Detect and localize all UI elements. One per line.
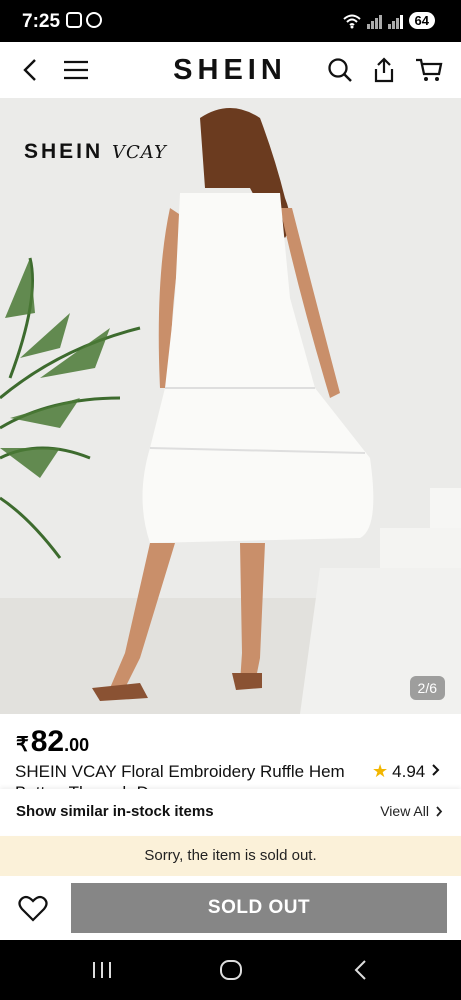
status-time: 7:25 <box>22 11 61 32</box>
screenshot-icon <box>66 12 82 28</box>
heart-icon[interactable] <box>14 890 52 928</box>
home-icon[interactable] <box>218 958 244 982</box>
price-currency: ₹ <box>16 734 29 756</box>
logo-sub: VCAY <box>112 142 167 163</box>
menu-icon[interactable] <box>58 52 94 88</box>
brand-logo[interactable]: SHEIN <box>160 54 300 87</box>
search-icon[interactable] <box>322 52 358 88</box>
app-notification-icon <box>86 12 102 28</box>
sold-out-notice: Sorry, the item is sold out. <box>0 836 461 876</box>
view-all-link[interactable]: View All <box>380 803 443 819</box>
product-image[interactable]: SHEIN VCAY 2/6 <box>0 98 461 714</box>
status-right: 64 <box>342 12 435 29</box>
image-counter: 2/6 <box>409 676 445 700</box>
back-icon[interactable] <box>350 958 370 982</box>
wifi-icon <box>342 14 361 28</box>
price-main: 82 <box>30 725 65 758</box>
similar-items-bar[interactable]: Show similar in-stock items View All <box>0 789 461 835</box>
cart-icon[interactable] <box>411 52 447 88</box>
sold-out-button[interactable]: SOLD OUT <box>71 883 447 933</box>
rating[interactable]: ★ 4.94 <box>372 761 440 782</box>
chevron-right-icon <box>431 762 440 782</box>
product-title[interactable]: SHEIN VCAY Floral Embroidery Ruffle Hem … <box>15 761 357 789</box>
share-icon[interactable] <box>366 52 402 88</box>
bottom-action-bar: SOLD OUT <box>0 876 461 940</box>
status-bar: 7:25 64 <box>0 0 461 42</box>
product-photo <box>0 98 461 714</box>
logo-main: SHEIN <box>24 140 113 163</box>
star-icon: ★ <box>372 761 389 781</box>
signal-icon <box>366 13 382 29</box>
image-brand-logo: SHEIN VCAY <box>24 140 167 164</box>
view-all-label: View All <box>380 803 429 819</box>
price: ₹ 82 .00 <box>16 725 89 759</box>
back-arrow-icon[interactable] <box>12 52 48 88</box>
price-decimal: .00 <box>64 735 90 755</box>
title-row: SHEIN VCAY Floral Embroidery Ruffle Hem … <box>15 761 461 789</box>
notification-icons <box>66 12 102 28</box>
rating-value: 4.94 <box>392 761 426 781</box>
similar-items-title: Show similar in-stock items <box>16 803 214 820</box>
top-nav: SHEIN <box>0 42 461 98</box>
android-nav-bar <box>0 940 461 1000</box>
signal-icon-2 <box>387 13 403 29</box>
recent-apps-icon[interactable] <box>90 958 114 982</box>
battery-indicator: 64 <box>408 12 435 29</box>
chevron-right-icon <box>436 805 443 817</box>
